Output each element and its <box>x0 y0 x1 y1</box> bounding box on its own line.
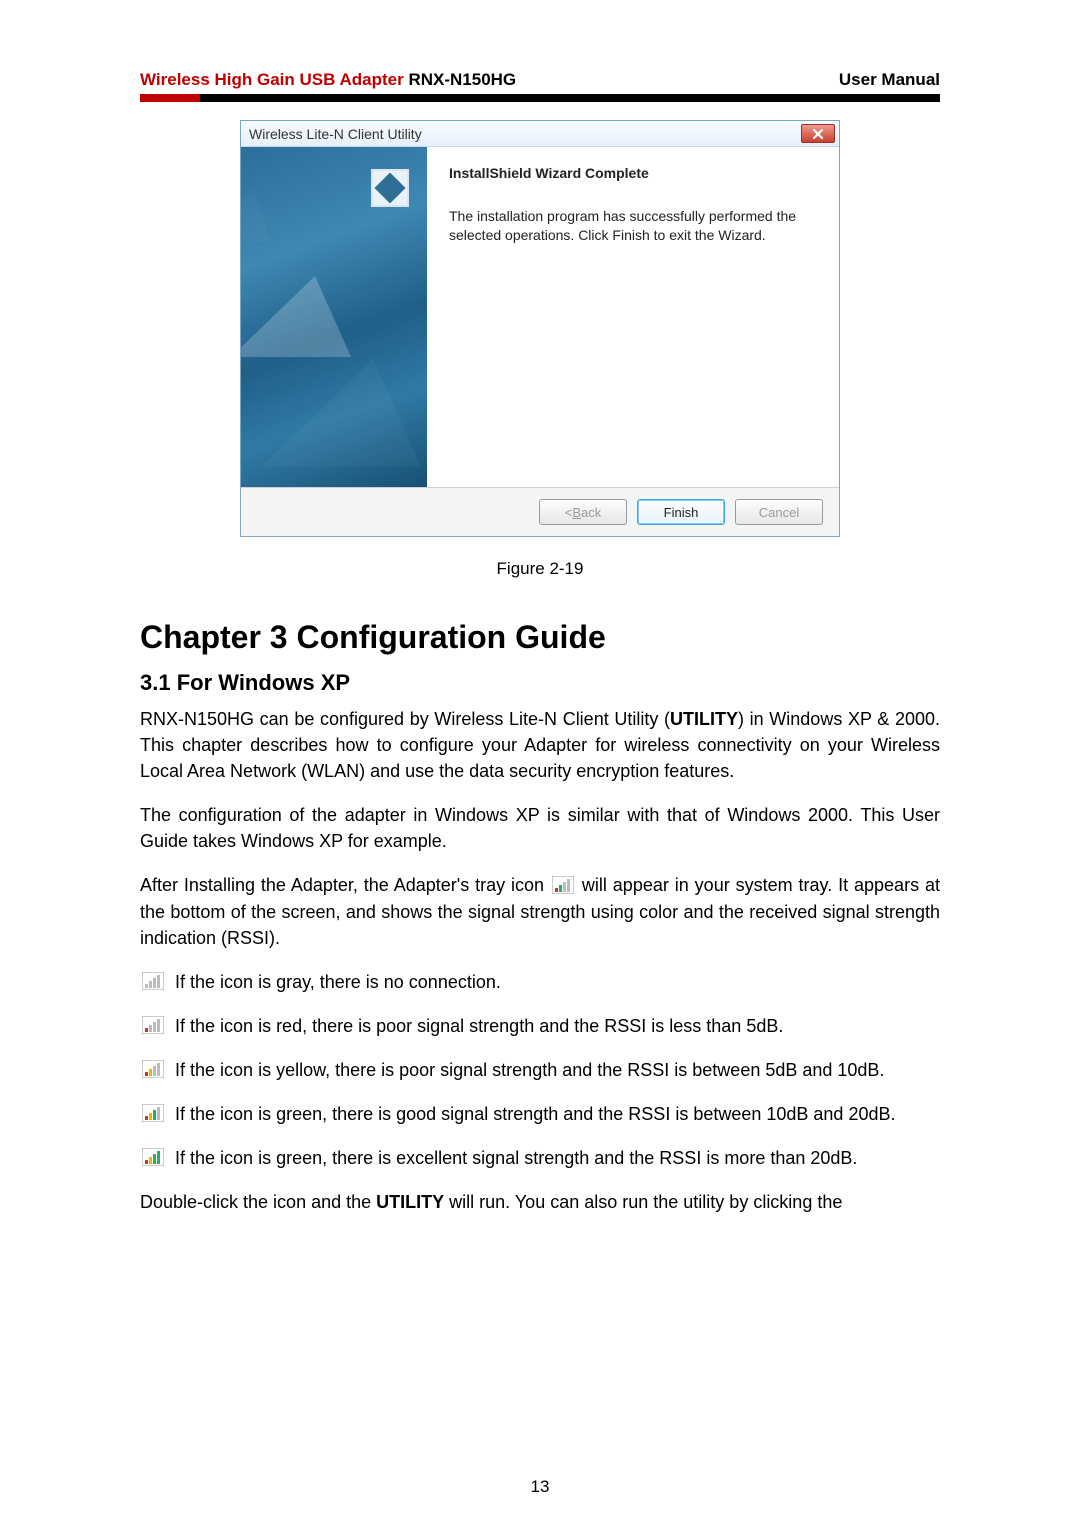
paragraph-last: Double-click the icon and the UTILITY wi… <box>140 1189 940 1215</box>
signal-red-icon <box>142 1015 164 1033</box>
installer-logo-icon <box>371 169 409 207</box>
signal-tray-icon <box>552 875 574 893</box>
page-number: 13 <box>0 1477 1080 1497</box>
installer-dialog: Wireless Lite-N Client Utility InstallSh… <box>240 120 840 537</box>
section-heading: 3.1 For Windows XP <box>140 670 940 696</box>
signal-row-red: If the icon is red, there is poor signal… <box>140 1013 940 1039</box>
dialog-heading: InstallShield Wizard Complete <box>449 165 817 181</box>
signal-green-good-icon <box>142 1103 164 1121</box>
cancel-button[interactable]: Cancel <box>735 499 823 525</box>
dialog-sidebar-graphic <box>241 147 427 487</box>
signal-yellow-icon <box>142 1059 164 1077</box>
signal-row-yellow: If the icon is yellow, there is poor sig… <box>140 1057 940 1083</box>
back-button[interactable]: < Back <box>539 499 627 525</box>
paragraph-2: The configuration of the adapter in Wind… <box>140 802 940 854</box>
dialog-titlebar: Wireless Lite-N Client Utility <box>241 121 839 147</box>
signal-gray-icon <box>142 971 164 989</box>
dialog-footer: < Back Finish Cancel <box>241 487 839 536</box>
paragraph-1: RNX-N150HG can be configured by Wireless… <box>140 706 940 784</box>
signal-green-excellent-icon <box>142 1147 164 1165</box>
product-model-text: RNX-N150HG <box>408 70 516 89</box>
dialog-title: Wireless Lite-N Client Utility <box>249 126 422 142</box>
signal-row-gray: If the icon is gray, there is no connect… <box>140 969 940 995</box>
close-icon[interactable] <box>801 124 835 143</box>
figure-caption: Figure 2-19 <box>140 559 940 579</box>
finish-button[interactable]: Finish <box>637 499 725 525</box>
product-name: Wireless High Gain USB Adapter <box>140 70 404 89</box>
signal-row-green-excellent: If the icon is green, there is excellent… <box>140 1145 940 1171</box>
header-right: User Manual <box>839 70 940 90</box>
page-header: Wireless High Gain USB Adapter RNX-N150H… <box>140 70 940 90</box>
signal-row-green-good: If the icon is green, there is good sign… <box>140 1101 940 1127</box>
dialog-content: InstallShield Wizard Complete The instal… <box>427 147 839 487</box>
paragraph-3: After Installing the Adapter, the Adapte… <box>140 872 940 950</box>
header-left: Wireless High Gain USB Adapter RNX-N150H… <box>140 70 516 90</box>
chapter-heading: Chapter 3 Configuration Guide <box>140 619 940 656</box>
header-rule <box>140 94 940 102</box>
dialog-body-text: The installation program has successfull… <box>449 207 817 245</box>
